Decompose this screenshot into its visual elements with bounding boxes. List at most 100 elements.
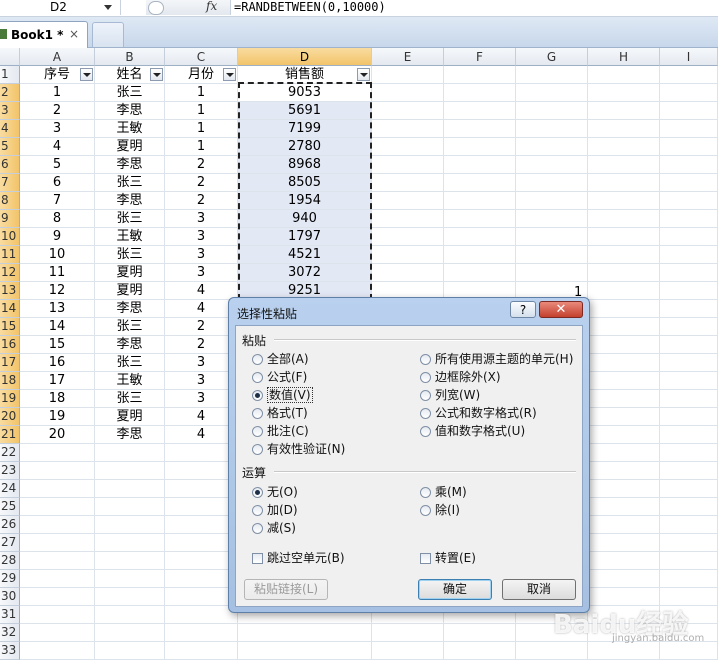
table-cell[interactable]: 9053 [238,84,372,102]
cell[interactable] [20,588,95,606]
cell[interactable] [165,642,238,660]
table-cell[interactable]: 张三 [95,84,165,102]
table-cell[interactable]: 王敏 [95,120,165,138]
cell[interactable] [372,210,444,228]
row-header[interactable]: 22 [0,444,20,462]
cell[interactable] [20,462,95,480]
row-header[interactable]: 1 [0,66,20,84]
row-header[interactable]: 15 [0,318,20,336]
name-box[interactable]: D2 [0,0,121,15]
cell[interactable] [588,210,660,228]
cell[interactable] [20,642,95,660]
cell[interactable] [588,408,660,426]
cell[interactable] [660,228,718,246]
table-cell[interactable]: 李思 [95,336,165,354]
table-cell[interactable]: 李思 [95,192,165,210]
cell[interactable] [660,210,718,228]
cell[interactable] [372,102,444,120]
cell[interactable] [660,84,718,102]
cell[interactable] [95,480,165,498]
table-cell[interactable]: 3 [20,120,95,138]
cell[interactable] [444,642,516,660]
table-cell[interactable]: 1797 [238,228,372,246]
cell[interactable] [444,228,516,246]
radio-formulas[interactable]: 公式(F) [252,368,307,385]
table-cell[interactable]: 3 [165,264,238,282]
filter-dropdown-icon[interactable] [357,68,370,81]
radio-op-multiply[interactable]: 乘(M) [420,483,467,500]
cell[interactable] [95,552,165,570]
cell[interactable] [372,120,444,138]
table-cell[interactable]: 1 [165,102,238,120]
cell[interactable] [516,642,588,660]
cell[interactable] [660,120,718,138]
cell[interactable] [95,498,165,516]
cell[interactable] [372,138,444,156]
new-tab-button[interactable] [92,22,124,47]
cell[interactable] [588,642,660,660]
row-header[interactable]: 16 [0,336,20,354]
column-header-e[interactable]: E [372,48,444,66]
cell[interactable] [660,264,718,282]
header-cell-b[interactable]: 姓名 [95,66,165,84]
row-header[interactable]: 23 [0,462,20,480]
header-cell-d[interactable]: 销售额 [238,66,372,84]
cell[interactable] [588,444,660,462]
column-header-d[interactable]: D [238,48,372,66]
radio-formats[interactable]: 格式(T) [252,404,308,421]
tab-book1[interactable]: Book1 * × [0,21,88,48]
table-cell[interactable]: 王敏 [95,228,165,246]
radio-op-add[interactable]: 加(D) [252,501,298,518]
cell[interactable] [95,570,165,588]
cell[interactable] [588,372,660,390]
cell[interactable] [95,462,165,480]
cell[interactable] [165,606,238,624]
cell[interactable] [660,282,718,300]
cell[interactable] [444,246,516,264]
cell[interactable] [588,282,660,300]
table-cell[interactable]: 张三 [95,354,165,372]
table-cell[interactable]: 1 [165,138,238,156]
row-header[interactable]: 12 [0,264,20,282]
table-cell[interactable]: 夏明 [95,282,165,300]
column-header-a[interactable]: A [20,48,95,66]
table-cell[interactable]: 夏明 [95,408,165,426]
cell[interactable] [660,552,718,570]
cell[interactable] [516,120,588,138]
cell[interactable] [660,66,718,84]
table-cell[interactable]: 1954 [238,192,372,210]
radio-column-widths[interactable]: 列宽(W) [420,386,480,403]
table-cell[interactable]: 4 [165,282,238,300]
cell[interactable] [660,426,718,444]
cell[interactable] [588,318,660,336]
row-header[interactable]: 2 [0,84,20,102]
filter-dropdown-icon[interactable] [223,68,236,81]
table-cell[interactable]: 15 [20,336,95,354]
table-cell[interactable]: 9 [20,228,95,246]
cell[interactable] [588,84,660,102]
column-header-b[interactable]: B [95,48,165,66]
cell[interactable] [588,462,660,480]
cell[interactable] [588,102,660,120]
help-button[interactable]: ? [510,301,536,318]
cell[interactable] [660,390,718,408]
checkbox-skip-blanks[interactable]: 跳过空单元(B) [252,549,345,566]
table-cell[interactable]: 2 [20,102,95,120]
table-cell[interactable]: 13 [20,300,95,318]
cell[interactable] [516,66,588,84]
table-cell[interactable]: 940 [238,210,372,228]
cell[interactable] [20,498,95,516]
table-cell[interactable]: 14 [20,318,95,336]
table-cell[interactable]: 3072 [238,264,372,282]
cell[interactable] [372,192,444,210]
table-cell[interactable]: 李思 [95,426,165,444]
table-cell[interactable]: 2 [165,174,238,192]
table-cell[interactable]: 16 [20,354,95,372]
cell[interactable] [20,606,95,624]
cell[interactable] [660,174,718,192]
cell[interactable] [516,102,588,120]
row-header[interactable]: 3 [0,102,20,120]
cell[interactable] [588,390,660,408]
cell[interactable] [444,156,516,174]
column-header-i[interactable]: I [660,48,718,66]
